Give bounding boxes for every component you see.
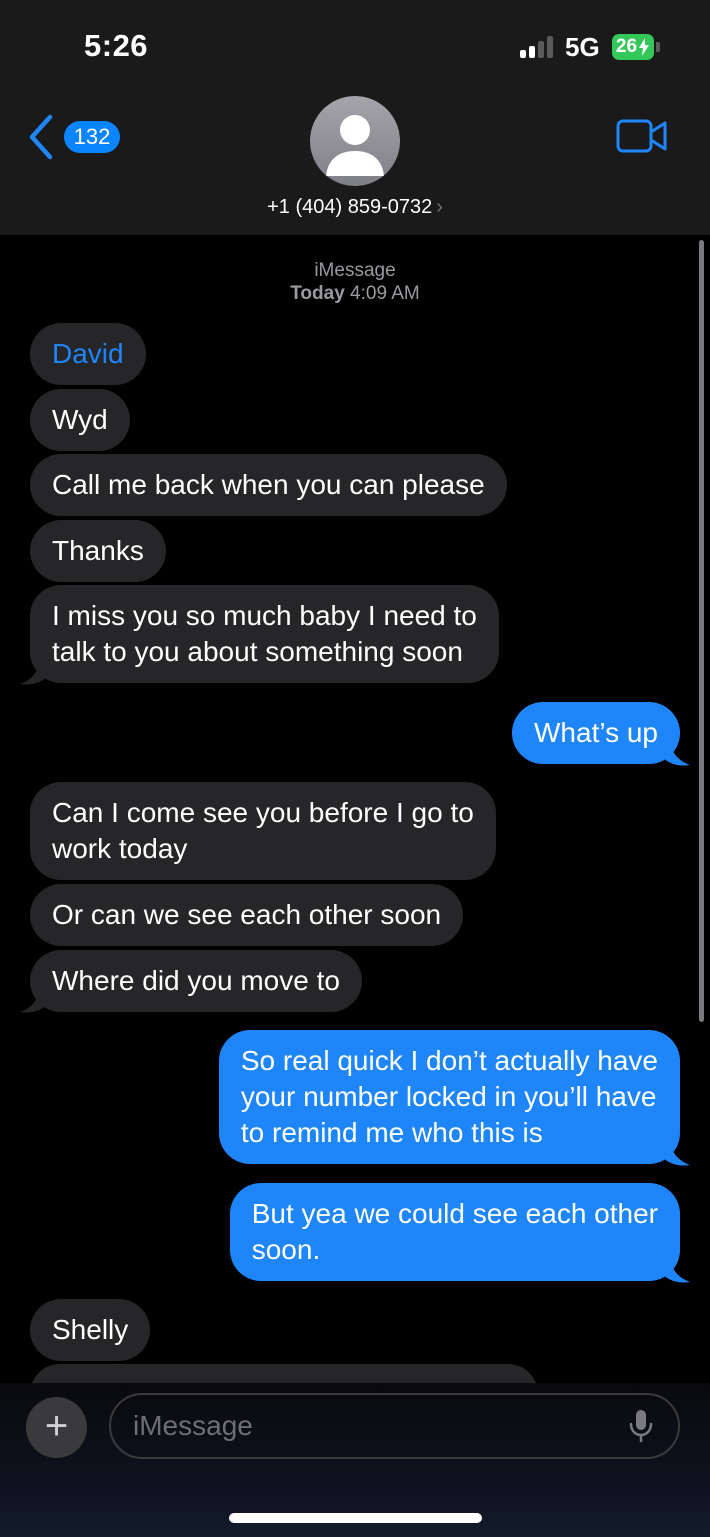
message-text: your number locked in you’ll have	[240, 1081, 657, 1112]
timestamp-day: Today	[290, 283, 345, 304]
battery-icon: 26	[612, 34, 654, 60]
received-message[interactable]: Shelly	[30, 1299, 151, 1361]
bubble-tail	[662, 1139, 690, 1166]
battery-level: 26	[615, 36, 638, 57]
back-button[interactable]: 132	[28, 114, 128, 160]
sent-message[interactable]: So real quick I don’t actually have your…	[218, 1030, 680, 1164]
message-text: to remind me who this is	[240, 1117, 543, 1148]
contact-avatar[interactable]	[310, 96, 400, 186]
message-text: David	[52, 338, 124, 369]
cellular-signal-icon	[520, 36, 556, 58]
message-input[interactable]	[109, 1393, 680, 1459]
message-text: What’s up	[534, 717, 658, 748]
home-indicator[interactable]	[229, 1513, 482, 1523]
charging-bolt-icon	[639, 38, 650, 56]
received-message[interactable]: I miss you so much baby I need to talk t…	[30, 585, 499, 683]
bubble-tail	[662, 739, 690, 766]
received-message[interactable]: Where did you move to	[30, 950, 362, 1012]
battery-nub	[656, 42, 660, 52]
message-text: Can I come see you before I go to	[52, 797, 474, 828]
network-label: 5G	[565, 32, 600, 62]
message-text: Or can we see each other soon	[52, 899, 442, 930]
person-icon	[326, 115, 384, 176]
video-camera-icon	[616, 119, 667, 153]
message-text: Call me back when you can please	[52, 469, 485, 500]
received-message[interactable]: David	[30, 323, 146, 385]
message-text: Shelly	[52, 1314, 129, 1345]
message-timestamp: iMessage Today 4:09 AM	[0, 259, 710, 305]
received-message[interactable]: Or can we see each other soon	[30, 884, 464, 946]
received-message[interactable]: Call me back when you can please	[30, 454, 507, 516]
facetime-button[interactable]	[616, 118, 668, 154]
message-text: Where did you move to	[52, 965, 340, 996]
microphone-icon[interactable]	[628, 1408, 654, 1444]
message-text: Thanks	[52, 535, 144, 566]
chevron-right-icon: ›	[436, 196, 443, 218]
received-message[interactable]: Wyd	[30, 389, 130, 451]
message-text: soon.	[251, 1234, 321, 1265]
contact-name-button[interactable]: +1 (404) 859-0732 ›	[0, 196, 710, 219]
status-time: 5:26	[84, 28, 149, 63]
bubble-tail	[662, 1256, 690, 1283]
message-text: But yea we could see each other	[251, 1198, 658, 1229]
received-message[interactable]: Can I come see you before I go to work t…	[30, 782, 496, 880]
unread-count-badge: 132	[64, 121, 120, 153]
message-text: So real quick I don’t actually have	[240, 1045, 658, 1076]
timestamp-time: 4:09 AM	[350, 283, 420, 304]
service-label: iMessage	[314, 260, 396, 281]
add-attachment-button[interactable]: +	[26, 1397, 87, 1458]
scrollbar[interactable]	[699, 240, 704, 1022]
chevron-left-icon	[29, 114, 53, 160]
sent-message[interactable]: What’s up	[512, 702, 680, 764]
bubble-tail	[20, 658, 48, 685]
bubble-tail	[20, 986, 48, 1013]
message-text: talk to you about something soon	[52, 636, 463, 667]
message-text: Wyd	[52, 404, 108, 435]
message-text: work today	[52, 833, 188, 864]
message-text: I miss you so much baby I need to	[52, 600, 477, 631]
sent-message[interactable]: But yea we could see each other soon.	[229, 1183, 680, 1281]
contact-number: +1 (404) 859-0732	[267, 196, 433, 218]
received-message[interactable]: Thanks	[30, 520, 166, 582]
